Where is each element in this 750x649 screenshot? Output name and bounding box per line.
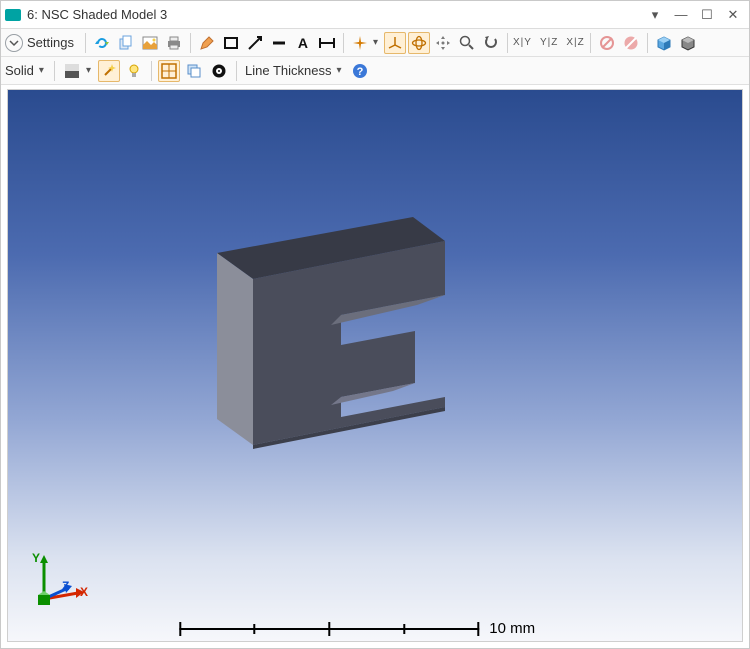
- axis-y-label: Y: [32, 551, 40, 565]
- axes-triad-icon: [387, 35, 403, 51]
- separator: [190, 33, 191, 53]
- scale-label: 10 mm: [489, 620, 535, 637]
- axis-z-label: Z: [62, 579, 69, 593]
- copy-icon: [118, 35, 134, 51]
- zoom-button[interactable]: [456, 32, 478, 54]
- highlight-button[interactable]: [98, 60, 120, 82]
- orbit-button[interactable]: [408, 32, 430, 54]
- orbit-icon: [411, 35, 427, 51]
- separator: [151, 61, 152, 81]
- toolbar-primary: Settings A: [1, 29, 749, 57]
- axes-triad-button[interactable]: [384, 32, 406, 54]
- undo-icon: [483, 35, 499, 51]
- cube-shaded-icon: [656, 35, 672, 51]
- dimension-button[interactable]: [316, 32, 338, 54]
- axis-x-label: X: [80, 585, 88, 599]
- text-A-icon: A: [298, 35, 308, 51]
- prohibit-icon: [599, 35, 615, 51]
- scale-line: [179, 628, 479, 630]
- shading-style-dropdown[interactable]: ▾: [86, 65, 91, 76]
- pencil-icon: [199, 35, 215, 51]
- print-icon: [166, 35, 182, 51]
- zoom-icon: [459, 35, 475, 51]
- separator: [343, 33, 344, 53]
- line-button[interactable]: [268, 32, 290, 54]
- viewport-3d[interactable]: Y X Z 10 mm: [7, 89, 743, 642]
- pencil-button[interactable]: [196, 32, 218, 54]
- minimize-button[interactable]: —: [671, 5, 691, 25]
- solid-mode-label[interactable]: Solid: [5, 63, 34, 78]
- chevron-down-icon: [9, 38, 19, 48]
- window-settings-button[interactable]: ▾: [645, 5, 665, 25]
- shading-style-button[interactable]: [61, 60, 83, 82]
- text-button[interactable]: A: [292, 32, 314, 54]
- layers-button[interactable]: [183, 60, 205, 82]
- plane-xy-button[interactable]: X|Y: [513, 37, 532, 48]
- arrow-button[interactable]: [244, 32, 266, 54]
- maximize-button[interactable]: ☐: [697, 5, 717, 25]
- titlebar: 6: NSC Shaded Model 3 ▾ — ☐ ✕: [1, 1, 749, 29]
- wand-icon: [101, 63, 117, 79]
- print-button[interactable]: [163, 32, 185, 54]
- app-window: 6: NSC Shaded Model 3 ▾ — ☐ ✕ Settings: [0, 0, 750, 649]
- lightbulb-button[interactable]: [123, 60, 145, 82]
- grid-icon: [161, 63, 177, 79]
- separator: [54, 61, 55, 81]
- undo-view-button[interactable]: [480, 32, 502, 54]
- line-thickness-label[interactable]: Line Thickness: [245, 63, 331, 78]
- gradient-swatch-icon: [64, 63, 80, 79]
- help-icon: ?: [352, 63, 368, 79]
- refresh-button[interactable]: [91, 32, 113, 54]
- toolbar-secondary: Solid ▾ ▾ Line Thickness ▾ ?: [1, 57, 749, 85]
- prohibit-button-2[interactable]: [620, 32, 642, 54]
- image-button[interactable]: [139, 32, 161, 54]
- close-button[interactable]: ✕: [723, 5, 743, 25]
- svg-text:?: ?: [356, 66, 363, 78]
- line-thickness-dropdown[interactable]: ▾: [336, 65, 341, 76]
- locator-icon: [352, 35, 368, 51]
- image-icon: [142, 35, 158, 51]
- lightbulb-icon: [126, 63, 142, 79]
- pan-button[interactable]: [432, 32, 454, 54]
- grid-toggle-button[interactable]: [158, 60, 180, 82]
- prohibit-solid-icon: [623, 35, 639, 51]
- model-solid: [183, 185, 483, 465]
- dimension-icon: [318, 35, 336, 51]
- locator-dropdown[interactable]: ▾: [373, 37, 378, 48]
- cube-wire-icon: [680, 35, 696, 51]
- help-button[interactable]: ?: [349, 60, 371, 82]
- plane-yz-button[interactable]: Y|Z: [540, 37, 558, 48]
- plane-xz-button[interactable]: X|Z: [566, 37, 584, 48]
- target-button[interactable]: [208, 60, 230, 82]
- line-icon: [271, 35, 287, 51]
- pan-icon: [435, 35, 451, 51]
- expand-toggle-button[interactable]: [5, 34, 23, 52]
- layers-icon: [186, 63, 202, 79]
- wireframe-cube-button[interactable]: [677, 32, 699, 54]
- separator: [590, 33, 591, 53]
- locator-button[interactable]: [349, 32, 371, 54]
- copy-button[interactable]: [115, 32, 137, 54]
- separator: [647, 33, 648, 53]
- separator: [85, 33, 86, 53]
- rectangle-icon: [223, 35, 239, 51]
- window-title: 6: NSC Shaded Model 3: [27, 7, 639, 22]
- rectangle-button[interactable]: [220, 32, 242, 54]
- scale-bar: 10 mm: [179, 620, 535, 637]
- arrow-icon: [247, 35, 263, 51]
- app-icon: [5, 9, 21, 21]
- separator: [236, 61, 237, 81]
- solid-mode-dropdown[interactable]: ▾: [39, 65, 44, 76]
- shaded-cube-button[interactable]: [653, 32, 675, 54]
- axis-gizmo[interactable]: Y X Z: [28, 551, 88, 611]
- separator: [507, 33, 508, 53]
- prohibit-button-1[interactable]: [596, 32, 618, 54]
- target-icon: [211, 63, 227, 79]
- refresh-icon: [94, 35, 110, 51]
- settings-label[interactable]: Settings: [27, 35, 74, 50]
